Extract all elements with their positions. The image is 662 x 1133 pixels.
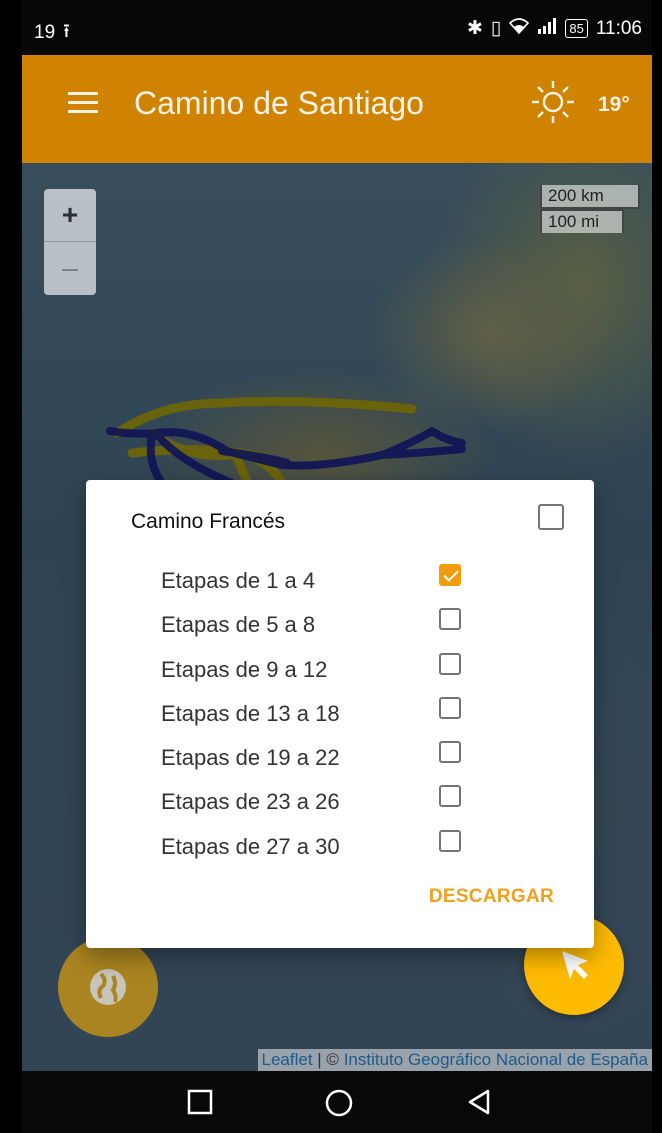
- stage-label: Etapas de 13 a 18: [161, 700, 340, 726]
- app-title: Camino de Santiago: [134, 85, 424, 121]
- recents-icon[interactable]: [186, 1088, 214, 1116]
- stage-checkbox[interactable]: [439, 696, 461, 719]
- stage-row[interactable]: Etapas de 23 a 26: [161, 785, 481, 829]
- stage-label: Etapas de 5 a 8: [161, 612, 316, 638]
- sun-icon: [532, 81, 574, 123]
- ign-link[interactable]: Instituto Geográfico Nacional de España: [344, 1050, 648, 1069]
- stage-label: Etapas de 27 a 30: [161, 833, 340, 859]
- stage-label: Etapas de 23 a 26: [161, 789, 340, 815]
- battery-indicator: 85: [565, 19, 588, 38]
- download-dialog: Camino Francés Etapas de 1 a 4 Etapas de …: [86, 480, 594, 948]
- zoom-control: + –: [44, 189, 96, 295]
- zoom-out-button[interactable]: –: [44, 242, 96, 294]
- dialog-title: Camino Francés: [131, 510, 286, 533]
- stage-label: Etapas de 9 a 12: [161, 656, 328, 682]
- upload-icon: ⭱: [63, 21, 70, 42]
- home-icon[interactable]: [324, 1088, 354, 1118]
- select-all-checkbox[interactable]: [538, 504, 564, 535]
- stage-list: Etapas de 1 a 4 Etapas de 5 a 8 Etapas de …: [161, 564, 481, 874]
- stage-row[interactable]: Etapas de 9 a 12: [161, 652, 481, 697]
- stage-row[interactable]: Etapas de 13 a 18: [161, 696, 481, 741]
- menu-icon[interactable]: [68, 92, 98, 114]
- signal-icon: [537, 17, 557, 40]
- stage-checkbox[interactable]: [439, 608, 461, 631]
- status-bar: 19 ⭱ ✱ ▯ 85 11:06: [22, 0, 652, 55]
- stage-checkbox[interactable]: [439, 829, 461, 852]
- status-left-text: 19: [34, 22, 56, 43]
- temperature: 19°: [598, 93, 630, 116]
- stage-row[interactable]: Etapas de 5 a 8: [161, 608, 481, 652]
- stage-row[interactable]: Etapas de 19 a 22: [161, 741, 481, 785]
- stage-checkbox[interactable]: [439, 652, 461, 675]
- stage-checkbox[interactable]: [439, 564, 461, 586]
- app-bar: Camino de Santiago 19°: [22, 55, 652, 163]
- wifi-icon: [509, 17, 530, 40]
- scale-km: 200 km: [540, 185, 640, 209]
- stage-label: Etapas de 1 a 4: [161, 568, 316, 593]
- leaflet-link[interactable]: Leaflet: [262, 1050, 313, 1069]
- navigation-bar: [22, 1071, 652, 1133]
- bluetooth-icon: ✱: [467, 18, 483, 39]
- back-icon[interactable]: [466, 1088, 494, 1116]
- zoom-in-button[interactable]: +: [44, 189, 96, 242]
- stage-label: Etapas de 19 a 22: [161, 745, 340, 771]
- map-attribution: Leaflet | © Instituto Geográfico Naciona…: [257, 1049, 652, 1071]
- globe-icon: [90, 969, 126, 1005]
- stage-row[interactable]: Etapas de 1 a 4: [161, 564, 481, 608]
- stage-checkbox[interactable]: [439, 785, 461, 808]
- download-button[interactable]: DESCARGAR: [429, 886, 554, 908]
- globe-button[interactable]: [58, 937, 158, 1037]
- vibrate-icon: ▯: [490, 18, 502, 39]
- select-all-box[interactable]: [538, 504, 564, 530]
- stage-row[interactable]: Etapas de 27 a 30: [161, 829, 481, 874]
- stage-checkbox[interactable]: [439, 741, 461, 764]
- phone-screen: 19 ⭱ ✱ ▯ 85 11:06 Camino de Santiago 19°…: [22, 0, 652, 1133]
- cursor-arrow-icon: [562, 951, 588, 979]
- scale-mi: 100 mi: [540, 209, 624, 233]
- status-time: 11:06: [595, 17, 642, 39]
- map-scale: 200 km 100 mi: [540, 185, 640, 233]
- attribution-separator: | ©: [312, 1050, 344, 1069]
